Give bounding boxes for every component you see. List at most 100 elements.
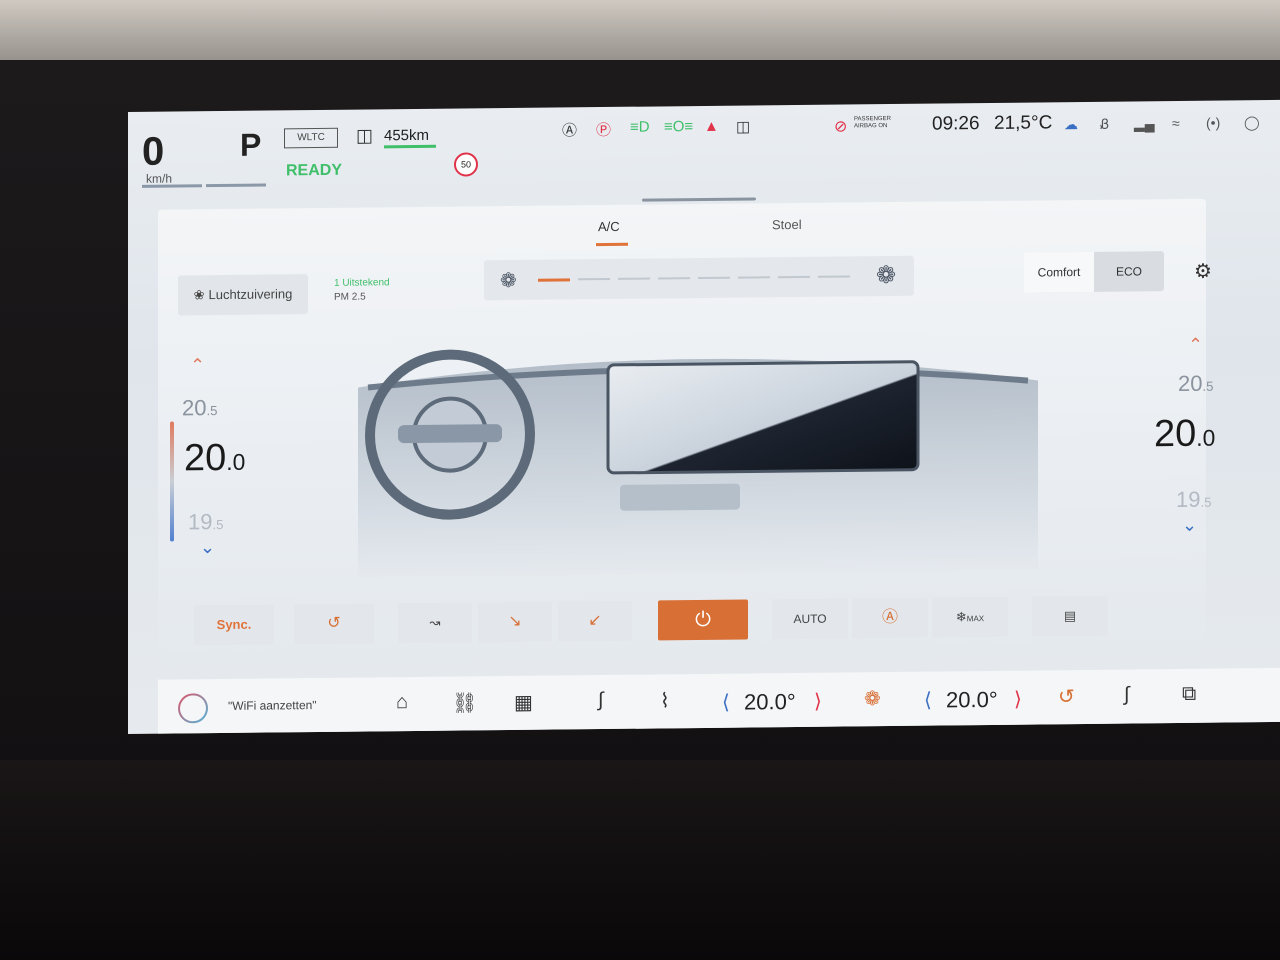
left-temp-below[interactable]: 19.5	[188, 509, 223, 535]
front-defrost-icon[interactable]: ⌇	[660, 688, 670, 713]
car-dashboard-illustration	[358, 349, 1038, 578]
dashboard-lower	[0, 760, 1280, 960]
connectivity-icon: (•)	[1206, 114, 1221, 131]
airflow-body-icon: ↘	[508, 612, 522, 631]
seat-heating-icon[interactable]: ∫	[598, 689, 603, 712]
fan-level-segment	[618, 277, 650, 280]
passenger-temp-value: 20.0°	[946, 686, 998, 713]
driver-temp-up-button[interactable]: ⟩	[814, 689, 822, 714]
left-temp-down-button[interactable]: ⌄	[200, 537, 215, 558]
fan-level-segment	[818, 275, 850, 278]
airflow-face-button[interactable]: ↝	[398, 602, 472, 644]
car-icon[interactable]: ⛓	[452, 690, 477, 715]
airflow-feet-icon: ↙	[588, 612, 602, 630]
right-temp-up-button[interactable]: ⌃	[1188, 335, 1203, 356]
fan-level-segment	[658, 277, 690, 280]
auto-hold-icon: Ⓐ	[562, 122, 578, 140]
gear-indicator: P	[240, 126, 262, 163]
mode-eco-button[interactable]: ECO	[1094, 251, 1164, 292]
range-mode-badge[interactable]: WLTC	[284, 127, 338, 149]
home-icon[interactable]: ⌂	[396, 691, 408, 714]
right-temp-down-button[interactable]: ⌄	[1182, 515, 1197, 536]
tab-seat[interactable]: Stoel	[772, 217, 802, 232]
speed-bar	[142, 184, 202, 188]
fan-level-segment	[698, 276, 730, 280]
fog-light-icon: ≡O≡	[664, 118, 694, 136]
headlight-icon: ≡D	[630, 118, 650, 136]
max-cooling-button[interactable]: ❄MAX	[932, 596, 1008, 638]
infotainment-screen: 0 km/h P WLTC READY ◫ 455km 50 Ⓐ Ⓟ ≡D ≡O…	[128, 99, 1280, 734]
settings-gear-icon[interactable]: ⚙	[1194, 259, 1212, 284]
right-temp-above[interactable]: 20.5	[1178, 371, 1213, 397]
left-temp-above[interactable]: 20.5	[182, 395, 217, 421]
fan-low-icon[interactable]: ❁	[500, 268, 517, 293]
voice-assistant-icon[interactable]	[178, 693, 208, 724]
passenger-temp-down-button[interactable]: ⟨	[924, 688, 932, 713]
ac-auto-button[interactable]: Ⓐ	[852, 597, 928, 639]
outside-temperature: 21,5°C	[994, 112, 1053, 134]
speed-limit-sign: 50	[454, 152, 478, 177]
apps-grid-icon[interactable]: ▦	[514, 690, 533, 715]
fan-speed-slider[interactable]: ❁ ❁	[484, 255, 914, 301]
driver-temp-down-button[interactable]: ⟨	[722, 690, 730, 715]
range-bar	[384, 144, 436, 149]
auto-climate-button[interactable]: AUTO	[772, 598, 848, 640]
left-temp-up-button[interactable]: ⌃	[190, 355, 205, 376]
airbag-icon: ⊘	[834, 118, 848, 136]
cellular-signal-icon: ▂▄	[1134, 115, 1155, 132]
air-purification-label: Luchtzuivering	[208, 286, 293, 303]
left-temp-scale	[170, 421, 174, 542]
recirculation-button[interactable]: ↺	[294, 603, 374, 645]
pm-label: PM 2.5	[334, 291, 366, 303]
airflow-face-icon: ↝	[429, 614, 441, 630]
fan-level-segment	[778, 275, 810, 279]
airbag-status: PASSENGER AIRBAG ON	[854, 116, 891, 130]
seatbelt-warning-icon: ▲	[704, 117, 719, 135]
wifi-icon: ≈	[1172, 114, 1180, 132]
bluetooth-icon: Ᏸ	[1100, 115, 1110, 132]
speed-value: 0	[142, 129, 165, 174]
range-value: 455km	[384, 126, 430, 145]
snowflake-icon: ❄	[955, 609, 967, 625]
passenger-seat-heating-icon[interactable]: ∫	[1124, 684, 1129, 707]
passenger-temp-up-button[interactable]: ⟩	[1014, 687, 1022, 712]
right-temp-current: 20.0	[1154, 412, 1216, 456]
tab-ac-underline	[596, 242, 628, 247]
airflow-body-button[interactable]: ↘	[478, 601, 552, 643]
recirculation-icon[interactable]: ↺	[1058, 684, 1075, 709]
assistant-hint: "WiFi aanzetten"	[228, 698, 317, 713]
door-open-icon: ◫	[736, 118, 751, 136]
rear-defrost-icon: ▤	[1063, 608, 1077, 624]
climate-mode-toggle: Comfort ECO	[1024, 251, 1164, 293]
ready-indicator: READY	[286, 161, 343, 180]
car-recirculation-icon: ↺	[327, 614, 341, 632]
power-icon: ⏻	[695, 608, 711, 632]
ac-auto-icon: Ⓐ	[881, 608, 898, 627]
fan-level-segment	[538, 278, 570, 282]
fan-level-segment	[578, 277, 610, 281]
weather-icon: ☁	[1064, 116, 1078, 133]
tab-ac[interactable]: A/C	[598, 219, 620, 234]
air-purification-button[interactable]: ❀ Luchtzuivering	[178, 274, 308, 316]
parking-brake-icon: Ⓟ	[596, 121, 612, 140]
climate-power-button[interactable]: ⏻	[658, 599, 748, 641]
fan-level-segment	[738, 276, 770, 279]
leaf-icon: ❀	[193, 287, 205, 303]
screen-switch-icon[interactable]: ⧉	[1182, 683, 1196, 706]
fan-high-icon[interactable]: ❁	[876, 261, 896, 290]
clock: 09:26	[932, 113, 980, 135]
left-temp-current: 20.0	[184, 436, 246, 480]
security-shield-icon: ◯	[1244, 114, 1260, 131]
max-label: MAX	[966, 614, 985, 624]
sync-button[interactable]: Sync.	[194, 604, 274, 646]
battery-icon: ◫	[356, 125, 374, 146]
airflow-feet-button[interactable]: ↙	[558, 600, 632, 642]
driver-temp-value: 20.0°	[744, 689, 796, 715]
panel-drag-handle[interactable]	[642, 197, 756, 202]
mode-comfort-button[interactable]: Comfort	[1024, 251, 1094, 293]
right-temp-below[interactable]: 19.5	[1176, 487, 1211, 513]
rear-defrost-button[interactable]: ▤	[1032, 595, 1108, 637]
fan-icon[interactable]: ❁	[864, 686, 881, 711]
air-quality-status: 1 Uitstekend	[334, 277, 390, 289]
gear-bar	[206, 183, 266, 188]
